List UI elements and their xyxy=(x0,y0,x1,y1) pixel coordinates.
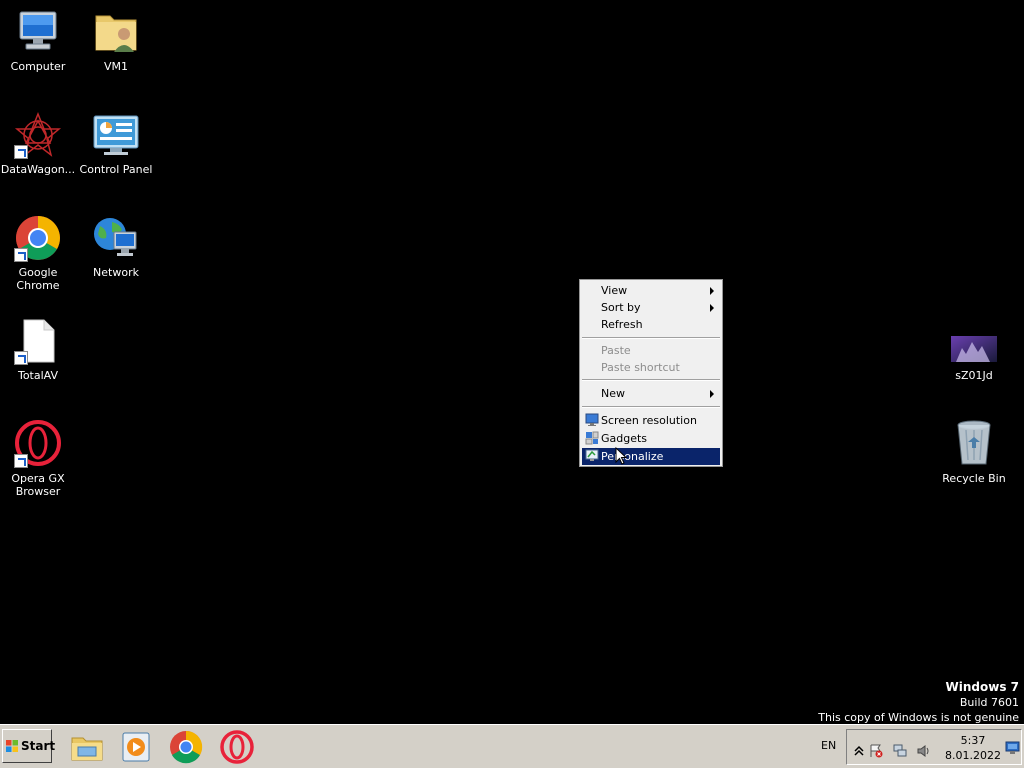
clock-date: 8.01.2022 xyxy=(945,749,1001,762)
desktop-icon-datawagon[interactable]: DataWagon... xyxy=(0,111,77,176)
menu-item-label: New xyxy=(601,387,625,400)
menu-item-personalize[interactable]: Personalize xyxy=(582,448,720,465)
menu-item-sort-by[interactable]: Sort by xyxy=(582,299,720,316)
menu-item-label: Screen resolution xyxy=(601,414,697,427)
control-panel-icon xyxy=(92,111,140,159)
menu-item-label: Personalize xyxy=(601,450,664,463)
menu-item-paste: Paste xyxy=(582,342,720,359)
shortcut-arrow-icon xyxy=(14,454,28,468)
menu-item-new[interactable]: New xyxy=(582,385,720,402)
menu-item-paste-shortcut: Paste shortcut xyxy=(582,359,720,376)
show-hidden-icons-icon[interactable] xyxy=(852,744,866,758)
submenu-arrow-icon xyxy=(710,304,714,312)
windows-logo-icon xyxy=(6,740,18,752)
computer-icon xyxy=(14,8,62,56)
menu-item-label: Sort by xyxy=(601,301,641,314)
screen-resolution-icon xyxy=(585,413,599,427)
desktop[interactable]: Computer VM1 DataWagon... Control Panel … xyxy=(0,0,1024,724)
menu-item-label: Paste xyxy=(601,344,631,357)
desktop-icon-computer[interactable]: Computer xyxy=(0,8,77,73)
start-button[interactable]: Start xyxy=(2,729,56,763)
volume-icon[interactable] xyxy=(917,744,931,758)
action-center-flag-icon[interactable] xyxy=(869,744,883,758)
opera-gx-icon xyxy=(14,420,62,468)
taskbar: Start EN 5:37 8.01.2022 xyxy=(0,724,1024,768)
desktop-icon-label: Google Chrome xyxy=(16,266,60,292)
menu-separator xyxy=(582,406,720,408)
menu-item-view[interactable]: View xyxy=(582,282,720,299)
watermark-os: Windows 7 xyxy=(945,680,1019,694)
windows-watermark: Windows 7 Build 7601 This copy of Window… xyxy=(818,680,1019,725)
desktop-icon-label: Opera GX Browser xyxy=(11,472,65,498)
clock[interactable]: 5:37 8.01.2022 xyxy=(936,733,1010,763)
shortcut-arrow-icon xyxy=(14,145,28,159)
submenu-arrow-icon xyxy=(710,390,714,398)
watermark-build: Build 7601 xyxy=(959,696,1019,709)
clock-time: 5:37 xyxy=(960,734,986,747)
media-player-icon[interactable] xyxy=(118,729,154,765)
image-thumbnail-icon xyxy=(950,317,998,365)
menu-item-label: Gadgets xyxy=(601,432,648,445)
menu-item-label: View xyxy=(601,284,628,297)
chrome-icon[interactable] xyxy=(168,729,204,765)
desktop-icon-sz01jd[interactable]: sZ01Jd xyxy=(935,317,1013,382)
desktop-icon-recycle-bin[interactable]: Recycle Bin xyxy=(935,420,1013,485)
user-folder-icon xyxy=(92,8,140,56)
desktop-icon-network[interactable]: Network xyxy=(77,214,155,279)
desktop-icon-label: TotalAV xyxy=(17,369,59,382)
explorer-icon[interactable] xyxy=(69,729,105,765)
desktop-icon-control-panel[interactable]: Control Panel xyxy=(77,111,155,176)
menu-item-screen-resolution[interactable]: Screen resolution xyxy=(582,412,720,429)
file-icon xyxy=(14,317,62,365)
network-icon xyxy=(92,214,140,262)
desktop-icon-google-chrome[interactable]: Google Chrome xyxy=(0,214,77,292)
desktop-icon-label: sZ01Jd xyxy=(955,369,993,382)
notification-area: 5:37 8.01.2022 xyxy=(846,729,1022,765)
menu-item-label: Paste shortcut xyxy=(601,361,680,374)
datawagon-icon xyxy=(14,111,62,159)
desktop-icon-label: DataWagon... xyxy=(0,163,76,176)
desktop-icon-label: Recycle Bin xyxy=(942,472,1006,485)
desktop-icon-totalav[interactable]: TotalAV xyxy=(0,317,77,382)
chrome-icon xyxy=(14,214,62,262)
show-desktop-icon[interactable] xyxy=(1005,741,1020,755)
watermark-notice: This copy of Windows is not genuine xyxy=(818,711,1019,724)
desktop-icon-vm1[interactable]: VM1 xyxy=(77,8,155,73)
desktop-icon-label: Computer xyxy=(10,60,66,73)
desktop-icon-label: Control Panel xyxy=(79,163,153,176)
submenu-arrow-icon xyxy=(710,287,714,295)
mouse-cursor-icon xyxy=(615,447,627,465)
menu-item-gadgets[interactable]: Gadgets xyxy=(582,430,720,447)
personalize-icon xyxy=(585,449,599,463)
network-tray-icon[interactable] xyxy=(893,744,907,758)
shortcut-arrow-icon xyxy=(14,248,28,262)
menu-separator xyxy=(582,379,720,381)
menu-separator xyxy=(582,337,720,339)
gadgets-icon xyxy=(585,431,599,445)
shortcut-arrow-icon xyxy=(14,351,28,365)
desktop-icon-opera-gx[interactable]: Opera GX Browser xyxy=(0,420,77,498)
menu-item-refresh[interactable]: Refresh xyxy=(582,316,720,333)
menu-item-label: Refresh xyxy=(601,318,643,331)
desktop-icon-label: VM1 xyxy=(103,60,128,73)
start-label: Start xyxy=(21,739,56,753)
desktop-context-menu: View Sort by Refresh Paste Paste shortcu… xyxy=(579,279,723,467)
recycle-bin-icon xyxy=(950,420,998,468)
language-indicator[interactable]: EN xyxy=(821,739,836,752)
desktop-icon-label: Network xyxy=(93,266,139,279)
opera-icon[interactable] xyxy=(219,729,255,765)
